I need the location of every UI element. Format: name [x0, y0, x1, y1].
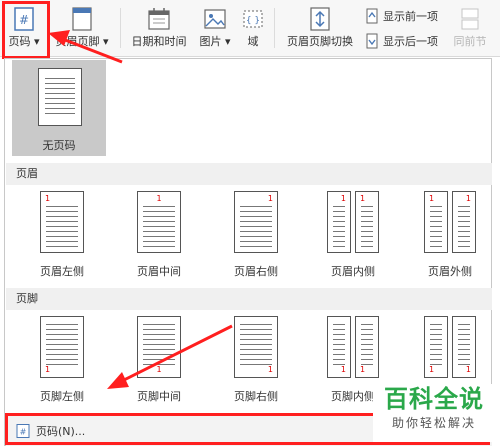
- show-next-button[interactable]: 显示后一项: [364, 31, 438, 51]
- page-thumbnail: 1: [452, 316, 476, 378]
- no-page-number-option[interactable]: 无页码: [12, 60, 106, 156]
- svg-text:#: #: [20, 428, 27, 437]
- page-thumbnail: 1: [137, 191, 181, 253]
- page-number-icon: #: [14, 7, 34, 31]
- footer-option-label: 页脚中间: [137, 390, 181, 403]
- page-thumbnail: [38, 68, 82, 126]
- page-number-marker: 1: [156, 365, 162, 374]
- header-footer-switch-button[interactable]: 页眉页脚切换: [282, 4, 358, 52]
- same-as-previous-icon: [461, 8, 479, 30]
- svg-text:{ }: { }: [246, 16, 260, 26]
- field-icon: { }: [243, 10, 263, 28]
- footer-option-label: 页脚左侧: [40, 390, 84, 403]
- picture-icon: [204, 9, 226, 29]
- header-option-right[interactable]: 1 页眉右侧: [208, 185, 304, 285]
- header-option-label: 页眉中间: [137, 265, 181, 278]
- page-thumbnail: 1: [452, 191, 476, 253]
- page-number-marker: 1: [340, 194, 346, 203]
- page-number-marker: 1: [267, 365, 273, 374]
- header-section-title: 页眉: [6, 163, 492, 185]
- header-option-outer[interactable]: 1 1 页眉外侧: [402, 185, 498, 285]
- page-number-marker: 1: [429, 365, 435, 374]
- footer-option-label: 页脚右侧: [234, 390, 278, 403]
- footer-option-center[interactable]: 1 页脚中间: [111, 310, 207, 410]
- header-option-center[interactable]: 1 页眉中间: [111, 185, 207, 285]
- page-number-label: 页码 ▾: [8, 35, 40, 48]
- page-thumbnail: 1: [137, 316, 181, 378]
- header-footer-button[interactable]: 页眉页脚 ▾: [52, 4, 112, 52]
- picture-button[interactable]: 图片 ▾: [196, 4, 234, 52]
- show-prev-button[interactable]: 显示前一项: [364, 6, 438, 26]
- footer-option-left[interactable]: 1 页脚左侧: [14, 310, 110, 410]
- page-number-marker: 1: [156, 194, 162, 203]
- page-number-marker: 1: [465, 194, 471, 203]
- calendar-icon: [148, 8, 170, 30]
- page-thumbnail: 1: [40, 191, 84, 253]
- header-option-label: 页眉内侧: [331, 265, 375, 278]
- page-number-marker: 1: [360, 365, 366, 374]
- page-thumbnail: 1: [327, 191, 351, 253]
- page-thumbnail: 1: [234, 316, 278, 378]
- page-thumbnail: 1: [424, 191, 448, 253]
- header-footer-icon: [72, 7, 92, 31]
- same-as-previous-label: 同前节: [453, 35, 487, 48]
- toolbar-divider: [274, 8, 275, 48]
- page-thumbnail: 1: [234, 191, 278, 253]
- switch-label: 页眉页脚切换: [287, 35, 353, 48]
- show-prev-label: 显示前一项: [383, 10, 438, 23]
- footer-section-title: 页脚: [6, 288, 492, 310]
- page-number-small-icon: #: [16, 424, 30, 438]
- watermark: 百科全说 助你轻松解决: [373, 384, 495, 442]
- field-label: 域: [247, 35, 259, 48]
- field-button[interactable]: { } 域: [240, 4, 266, 52]
- page-number-marker: 1: [45, 365, 51, 374]
- switch-icon: [310, 7, 330, 31]
- header-option-label: 页眉左侧: [40, 265, 84, 278]
- toolbar-divider: [120, 8, 121, 48]
- svg-text:#: #: [19, 13, 29, 27]
- page-thumbnail: 1: [327, 316, 351, 378]
- header-option-label: 页眉右侧: [234, 265, 278, 278]
- page-thumbnail: 1: [424, 316, 448, 378]
- header-option-label: 页眉外侧: [428, 265, 472, 278]
- header-option-inner[interactable]: 1 1 页眉内侧: [305, 185, 401, 285]
- page-thumbnail: 1: [355, 316, 379, 378]
- page-number-marker: 1: [340, 365, 346, 374]
- picture-label: 图片 ▾: [199, 35, 231, 48]
- page-number-settings-label: 页码(N)...: [36, 425, 86, 438]
- footer-option-right[interactable]: 1 页脚右侧: [208, 310, 304, 410]
- page-thumbnail: 1: [40, 316, 84, 378]
- watermark-title: 百科全说: [384, 385, 484, 413]
- page-number-marker: 1: [45, 194, 51, 203]
- no-page-number-label: 无页码: [42, 139, 76, 152]
- page-number-button[interactable]: # 页码 ▾: [4, 4, 44, 52]
- same-as-previous-button[interactable]: 同前节: [448, 4, 492, 52]
- page-thumbnail: 1: [355, 191, 379, 253]
- toolbar: # 页码 ▾ 页眉页脚 ▾ 日期和时间 图片 ▾ {} 域 页眉页脚切换 显示…: [0, 0, 500, 57]
- show-next-icon: [366, 33, 378, 49]
- show-next-label: 显示后一项: [383, 35, 438, 48]
- datetime-button[interactable]: 日期和时间: [126, 4, 192, 52]
- datetime-label: 日期和时间: [131, 35, 187, 48]
- show-prev-icon: [366, 8, 378, 24]
- page-number-marker: 1: [465, 365, 471, 374]
- header-option-left[interactable]: 1 页眉左侧: [14, 185, 110, 285]
- page-number-marker: 1: [360, 194, 366, 203]
- page-number-marker: 1: [267, 194, 273, 203]
- header-footer-label: 页眉页脚 ▾: [55, 35, 109, 48]
- watermark-subtitle: 助你轻松解决: [391, 416, 476, 430]
- page-number-marker: 1: [429, 194, 435, 203]
